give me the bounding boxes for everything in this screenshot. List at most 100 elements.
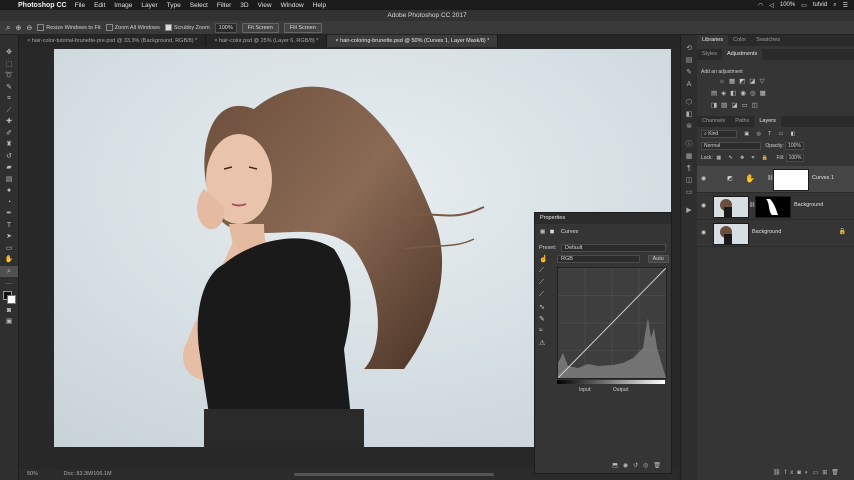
vibrance-icon[interactable]: ▽ (759, 78, 768, 85)
menu-window[interactable]: Window (281, 2, 304, 9)
document-size[interactable]: Doc: 83.3M/106.1M (64, 471, 112, 477)
zoom-tool-selected-icon[interactable]: ⌕ (0, 265, 18, 277)
horizontal-scrollbar[interactable] (294, 473, 494, 476)
menu-edit[interactable]: Edit (94, 2, 105, 9)
menu-layer[interactable]: Layer (141, 2, 157, 9)
zoom-percentage-field[interactable]: 100% (214, 22, 237, 33)
new-adjustment-icon[interactable]: ◐ (805, 470, 813, 476)
eyedropper-tool-icon[interactable]: ⟋ (0, 105, 18, 117)
posterize-icon[interactable]: ▨ (721, 102, 731, 109)
threshold-icon[interactable]: ◪ (731, 102, 741, 109)
healing-brush-tool-icon[interactable]: ✚ (0, 116, 18, 128)
tab-paths[interactable]: Paths (730, 116, 754, 127)
color-lookup-icon[interactable]: ▦ (760, 90, 770, 97)
layer-mask-thumbnail[interactable] (755, 196, 791, 218)
lock-icons[interactable]: ▦ ✎ ✥ ⌗ 🔒 (716, 155, 771, 161)
pen-tool-icon[interactable]: ✒ (0, 208, 18, 220)
opacity-field[interactable]: 100% (785, 142, 804, 150)
marquee-tool-icon[interactable]: ⬚ (0, 59, 18, 71)
menu-image[interactable]: Image (114, 2, 132, 9)
auto-button[interactable]: Auto (647, 255, 669, 263)
brushes-icon[interactable]: ✎ (681, 67, 697, 79)
menu-select[interactable]: Select (190, 2, 208, 9)
blur-tool-icon[interactable]: ● (0, 185, 18, 197)
quick-select-tool-icon[interactable]: ✎ (0, 82, 18, 94)
filter-kind-dropdown[interactable]: ⌕ Kind (701, 130, 737, 138)
scrubby-zoom-option[interactable]: Scrubby Zoom (164, 24, 210, 31)
layer-name[interactable]: Background (794, 202, 823, 208)
clip-to-layer-icon[interactable]: ⬒ (612, 463, 623, 469)
levels-icon[interactable]: ▦ (729, 78, 739, 85)
edit-toolbar-icon[interactable]: … (0, 277, 18, 289)
tab-styles[interactable]: Styles (697, 49, 722, 60)
volume-icon[interactable]: ◁ (769, 2, 774, 9)
add-mask-icon[interactable]: ◙ (797, 470, 805, 476)
app-menu[interactable]: Photoshop CC (18, 2, 67, 9)
user-name[interactable]: tutvid (813, 2, 827, 8)
visibility-eye-icon[interactable]: ◉ (701, 229, 706, 236)
on-image-adjust-icon[interactable]: ☝ (539, 255, 551, 267)
wifi-icon[interactable]: ◠ (758, 2, 763, 9)
view-previous-icon[interactable]: ◉ (623, 463, 633, 469)
scrubby-zoom-checkbox[interactable] (164, 24, 172, 31)
color-swatches[interactable] (0, 289, 18, 305)
curves-icon[interactable]: ◩ (739, 78, 749, 85)
gradient-map-icon[interactable]: ▭ (741, 102, 751, 109)
new-layer-icon[interactable]: ⊞ (822, 470, 831, 476)
fit-screen-button[interactable]: Fit Screen (241, 22, 279, 33)
invert-icon[interactable]: ◨ (711, 102, 721, 109)
battery-icon[interactable]: ▭ (801, 2, 807, 9)
blend-mode-dropdown[interactable]: Normal (701, 142, 761, 150)
quick-mask-icon[interactable]: ◙ (0, 305, 18, 317)
zoom-all-checkbox[interactable] (105, 24, 113, 31)
layer-row-background[interactable]: ◉ Background 🔒 (697, 220, 854, 247)
exposure-icon[interactable]: ◪ (749, 78, 759, 85)
delete-layer-icon[interactable]: 🗑 (831, 470, 843, 476)
layer-mask-icon[interactable]: ◼ (550, 229, 555, 235)
zoom-tool-icon[interactable]: ⌕ (6, 23, 10, 33)
tab-libraries[interactable]: Libraries (697, 35, 729, 46)
fill-screen-button[interactable]: Fill Screen (283, 22, 322, 33)
fx-icon[interactable]: fx (785, 470, 798, 476)
tab-swatches[interactable]: Swatches (751, 35, 785, 46)
curve-points-icon[interactable]: ∿ (539, 303, 551, 315)
shape-tool-icon[interactable]: ▭ (0, 243, 18, 255)
hand-tool-icon[interactable]: ✋ (0, 254, 18, 266)
menu-type[interactable]: Type (167, 2, 181, 9)
tab-document-2[interactable]: × hair-color.psd @ 25% (Layer 6, RGB/8) … (206, 35, 328, 47)
channel-dropdown[interactable]: RGB (557, 255, 640, 263)
white-point-eyedropper-icon[interactable]: ⟋ (539, 291, 551, 303)
brush-tool-icon[interactable]: ✐ (0, 128, 18, 140)
visibility-icon[interactable]: ◎ (643, 463, 653, 469)
screen-mode-icon[interactable]: ▣ (0, 316, 18, 328)
resize-windows-option[interactable]: Resize Windows to Fit (37, 24, 101, 31)
smooth-curve-icon[interactable]: ≈ (539, 327, 551, 339)
zoom-level[interactable]: 50% (27, 471, 38, 477)
black-point-eyedropper-icon[interactable]: ⟋ (539, 267, 551, 279)
tab-document-3[interactable]: × hair-coloring-brunette.psd @ 50% (Curv… (327, 35, 499, 47)
notes-icon[interactable]: ▭ (681, 187, 697, 199)
brightness-icon[interactable]: ☼ (719, 78, 729, 85)
adjust-icon[interactable]: ◫ (681, 175, 697, 187)
menu-3d[interactable]: 3D (240, 2, 248, 9)
histogram-icon[interactable]: ▦ (681, 151, 697, 163)
path-select-tool-icon[interactable]: ➤ (0, 231, 18, 243)
preset-dropdown[interactable]: Default (560, 244, 666, 252)
history-icon[interactable]: ⟲ (681, 43, 697, 55)
tab-channels[interactable]: Channels (697, 116, 730, 127)
tab-adjustments[interactable]: Adjustments (721, 49, 763, 60)
move-tool-icon[interactable]: ✥ (0, 47, 18, 59)
crop-tool-icon[interactable]: ⌗ (0, 93, 18, 105)
menu-filter[interactable]: Filter (217, 2, 231, 9)
eraser-tool-icon[interactable]: ▰ (0, 162, 18, 174)
menu-list-icon[interactable]: ☰ (843, 2, 848, 9)
delete-icon[interactable]: 🗑 (653, 463, 666, 469)
paragraph-icon[interactable]: ¶ (681, 163, 697, 175)
photo-filter-icon[interactable]: ◉ (740, 90, 750, 97)
tab-document-1[interactable]: × hair-color-tutorial-brunette-pre.psd @… (19, 35, 207, 47)
history-brush-tool-icon[interactable]: ↺ (0, 151, 18, 163)
properties-icon[interactable]: ▤ (681, 55, 697, 67)
zoom-all-option[interactable]: Zoom All Windows (105, 24, 160, 31)
layer-name[interactable]: Curves 1 (812, 175, 834, 181)
menu-help[interactable]: Help (313, 2, 326, 9)
